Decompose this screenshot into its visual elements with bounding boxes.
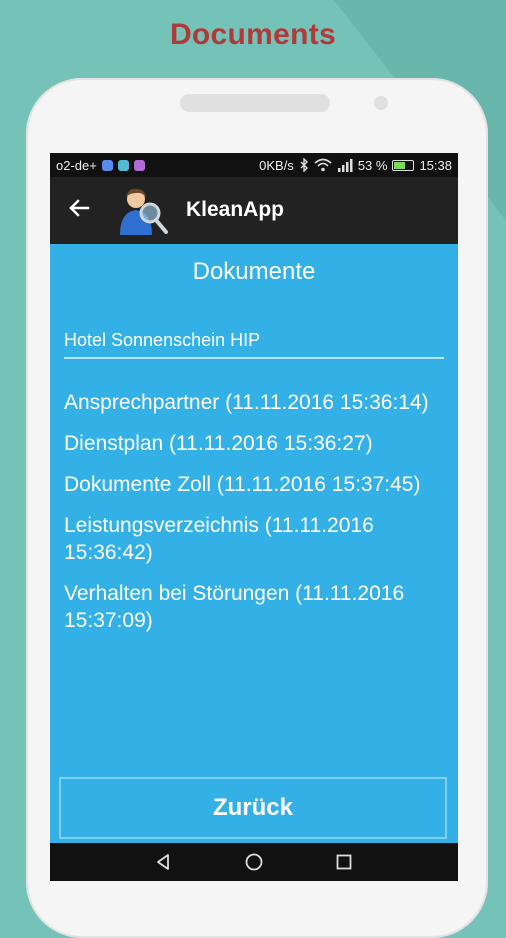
carrier-label: o2-de+ xyxy=(56,157,97,173)
promo-title: Documents xyxy=(169,18,337,51)
notification-icon xyxy=(117,159,129,171)
notification-icon xyxy=(101,159,113,171)
list-item[interactable]: Dienstplan (11.11.2016 15:36:27) xyxy=(64,430,444,457)
nav-home-icon[interactable] xyxy=(244,852,264,872)
clock: 15:38 xyxy=(419,157,452,173)
network-speed: 0KB/s xyxy=(259,157,294,173)
nav-back-icon[interactable] xyxy=(153,852,173,872)
navigation-bar xyxy=(50,843,458,881)
list-item[interactable]: Ansprechpartner (11.11.2016 15:36:14) xyxy=(64,389,444,416)
wifi-icon xyxy=(314,158,332,172)
nav-recents-icon[interactable] xyxy=(334,852,354,872)
list-item[interactable]: Leistungsverzeichnis (11.11.2016 15:36:4… xyxy=(64,512,444,566)
phone-screen: o2-de+ 0KB/s 53 % 15:38 KleanApp Dokumen… xyxy=(50,153,458,881)
bluetooth-icon xyxy=(300,158,308,172)
phone-camera xyxy=(374,96,388,110)
document-list: Ansprechpartner (11.11.2016 15:36:14) Die… xyxy=(50,389,458,634)
battery-level xyxy=(394,161,406,169)
back-button[interactable]: Zurück xyxy=(59,777,447,839)
app-logo-icon xyxy=(120,188,168,235)
phone-speaker xyxy=(180,94,330,112)
signal-icon xyxy=(337,158,353,172)
back-arrow-icon[interactable] xyxy=(68,197,90,219)
app-bar: KleanApp xyxy=(50,177,458,244)
battery-percent: 53 % xyxy=(357,157,388,173)
battery-icon xyxy=(392,159,415,171)
list-item[interactable]: Verhalten bei Störungen (11.11.2016 15:3… xyxy=(64,580,444,634)
page-title: Dokumente xyxy=(192,258,316,285)
app-title: KleanApp xyxy=(186,198,285,221)
list-item[interactable]: Dokumente Zoll (11.11.2016 15:37:45) xyxy=(64,471,444,498)
hotel-field[interactable]: Hotel Sonnenschein HIP xyxy=(64,330,444,359)
notification-icon xyxy=(133,159,145,171)
status-bar: o2-de+ 0KB/s 53 % 15:38 xyxy=(50,153,458,177)
phone-frame: o2-de+ 0KB/s 53 % 15:38 KleanApp Dokumen… xyxy=(26,78,488,938)
